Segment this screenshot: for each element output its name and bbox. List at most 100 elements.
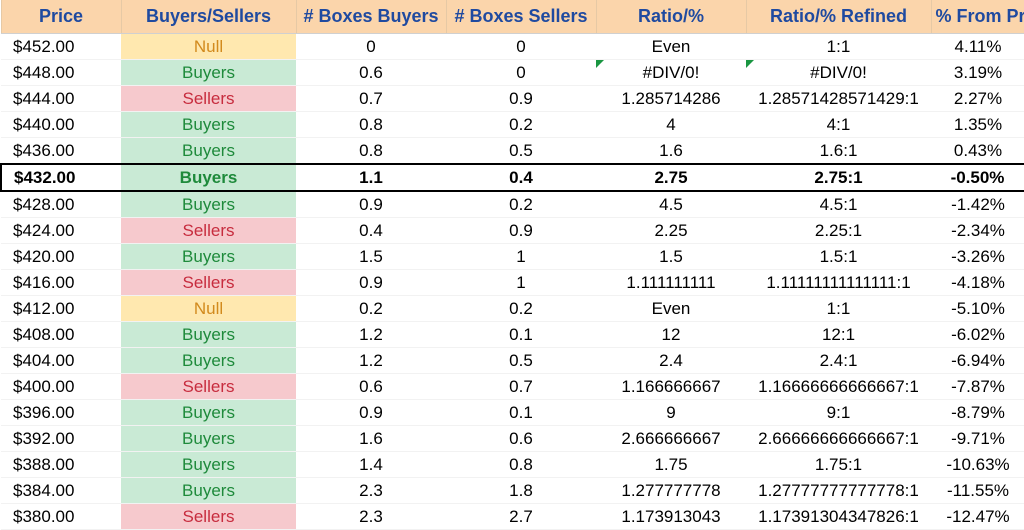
cell-ratio-refined[interactable]: 1.27777777777778:1 — [746, 478, 931, 504]
cell-price[interactable]: $440.00 — [1, 112, 121, 138]
cell-boxes-buyers[interactable]: 0.7 — [296, 86, 446, 112]
cell-pct-from-price[interactable]: -4.18% — [931, 270, 1024, 296]
cell-buyers-sellers[interactable]: Sellers — [121, 374, 296, 400]
cell-ratio[interactable]: Even — [596, 34, 746, 60]
cell-boxes-buyers[interactable]: 0.8 — [296, 138, 446, 165]
cell-price[interactable]: $428.00 — [1, 191, 121, 218]
cell-ratio-refined[interactable]: 2.25:1 — [746, 218, 931, 244]
table-row[interactable]: $420.00Buyers1.511.51.5:1-3.26% — [1, 244, 1024, 270]
cell-ratio-refined[interactable]: 1.6:1 — [746, 138, 931, 165]
cell-pct-from-price[interactable]: -1.42% — [931, 191, 1024, 218]
cell-ratio-refined[interactable]: 1.17391304347826:1 — [746, 504, 931, 530]
table-row[interactable]: $412.00Null0.20.2Even1:1-5.10% — [1, 296, 1024, 322]
cell-ratio[interactable]: 1.5 — [596, 244, 746, 270]
error-flag-icon[interactable] — [746, 60, 754, 68]
col-header-buyers-sellers[interactable]: Buyers/Sellers — [121, 0, 296, 34]
cell-buyers-sellers[interactable]: Buyers — [121, 400, 296, 426]
cell-pct-from-price[interactable]: 4.11% — [931, 34, 1024, 60]
cell-buyers-sellers[interactable]: Buyers — [121, 164, 296, 191]
cell-pct-from-price[interactable]: -3.26% — [931, 244, 1024, 270]
table-row[interactable]: $440.00Buyers0.80.244:11.35% — [1, 112, 1024, 138]
cell-pct-from-price[interactable]: -6.02% — [931, 322, 1024, 348]
cell-ratio[interactable]: 2.25 — [596, 218, 746, 244]
cell-ratio-refined[interactable]: 1:1 — [746, 34, 931, 60]
cell-buyers-sellers[interactable]: Sellers — [121, 270, 296, 296]
table-row[interactable]: $384.00Buyers2.31.81.2777777781.27777777… — [1, 478, 1024, 504]
cell-boxes-buyers[interactable]: 1.4 — [296, 452, 446, 478]
table-row[interactable]: $400.00Sellers0.60.71.1666666671.1666666… — [1, 374, 1024, 400]
cell-ratio[interactable]: 1.285714286 — [596, 86, 746, 112]
cell-ratio-refined[interactable]: 4:1 — [746, 112, 931, 138]
table-row[interactable]: $444.00Sellers0.70.91.2857142861.2857142… — [1, 86, 1024, 112]
table-row[interactable]: $424.00Sellers0.40.92.252.25:1-2.34% — [1, 218, 1024, 244]
table-row[interactable]: $428.00Buyers0.90.24.54.5:1-1.42% — [1, 191, 1024, 218]
cell-boxes-sellers[interactable]: 0.8 — [446, 452, 596, 478]
cell-ratio-refined[interactable]: 2.75:1 — [746, 164, 931, 191]
cell-ratio-refined[interactable]: 1.75:1 — [746, 452, 931, 478]
cell-buyers-sellers[interactable]: Null — [121, 34, 296, 60]
cell-pct-from-price[interactable]: -11.55% — [931, 478, 1024, 504]
table-row[interactable]: $396.00Buyers0.90.199:1-8.79% — [1, 400, 1024, 426]
cell-pct-from-price[interactable]: -10.63% — [931, 452, 1024, 478]
cell-boxes-buyers[interactable]: 0.2 — [296, 296, 446, 322]
cell-pct-from-price[interactable]: 3.19% — [931, 60, 1024, 86]
cell-price[interactable]: $448.00 — [1, 60, 121, 86]
cell-ratio-refined[interactable]: #DIV/0! — [746, 60, 931, 86]
cell-ratio[interactable]: Even — [596, 296, 746, 322]
cell-price[interactable]: $444.00 — [1, 86, 121, 112]
cell-buyers-sellers[interactable]: Buyers — [121, 112, 296, 138]
cell-price[interactable]: $412.00 — [1, 296, 121, 322]
cell-boxes-sellers[interactable]: 0.2 — [446, 296, 596, 322]
cell-price[interactable]: $380.00 — [1, 504, 121, 530]
cell-pct-from-price[interactable]: -0.50% — [931, 164, 1024, 191]
cell-boxes-sellers[interactable]: 0 — [446, 34, 596, 60]
col-header-boxes-buyers[interactable]: # Boxes Buyers — [296, 0, 446, 34]
cell-ratio-refined[interactable]: 2.66666666666667:1 — [746, 426, 931, 452]
cell-price[interactable]: $420.00 — [1, 244, 121, 270]
cell-ratio[interactable]: 1.277777778 — [596, 478, 746, 504]
cell-boxes-sellers[interactable]: 0.2 — [446, 191, 596, 218]
table-row[interactable]: $408.00Buyers1.20.11212:1-6.02% — [1, 322, 1024, 348]
cell-price[interactable]: $416.00 — [1, 270, 121, 296]
cell-ratio[interactable]: 2.75 — [596, 164, 746, 191]
cell-boxes-sellers[interactable]: 0.5 — [446, 348, 596, 374]
table-row[interactable]: $416.00Sellers0.911.1111111111.111111111… — [1, 270, 1024, 296]
cell-ratio-refined[interactable]: 2.4:1 — [746, 348, 931, 374]
cell-boxes-sellers[interactable]: 0.9 — [446, 218, 596, 244]
cell-ratio[interactable]: 1.173913043 — [596, 504, 746, 530]
cell-boxes-buyers[interactable]: 0.9 — [296, 270, 446, 296]
cell-pct-from-price[interactable]: 0.43% — [931, 138, 1024, 165]
col-header-ratio-refined[interactable]: Ratio/% Refined — [746, 0, 931, 34]
col-header-ratio[interactable]: Ratio/% — [596, 0, 746, 34]
cell-pct-from-price[interactable]: 1.35% — [931, 112, 1024, 138]
cell-pct-from-price[interactable]: 2.27% — [931, 86, 1024, 112]
table-row[interactable]: $392.00Buyers1.60.62.6666666672.66666666… — [1, 426, 1024, 452]
cell-ratio[interactable]: 4 — [596, 112, 746, 138]
cell-boxes-sellers[interactable]: 0.2 — [446, 112, 596, 138]
cell-boxes-buyers[interactable]: 0 — [296, 34, 446, 60]
cell-ratio[interactable]: 1.75 — [596, 452, 746, 478]
cell-ratio[interactable]: 1.166666667 — [596, 374, 746, 400]
cell-boxes-sellers[interactable]: 0.9 — [446, 86, 596, 112]
cell-boxes-buyers[interactable]: 0.6 — [296, 374, 446, 400]
cell-ratio-refined[interactable]: 9:1 — [746, 400, 931, 426]
cell-price[interactable]: $392.00 — [1, 426, 121, 452]
cell-boxes-buyers[interactable]: 0.4 — [296, 218, 446, 244]
cell-ratio-refined[interactable]: 1.16666666666667:1 — [746, 374, 931, 400]
cell-boxes-buyers[interactable]: 1.2 — [296, 322, 446, 348]
cell-boxes-buyers[interactable]: 0.9 — [296, 191, 446, 218]
cell-buyers-sellers[interactable]: Sellers — [121, 218, 296, 244]
cell-boxes-sellers[interactable]: 0.7 — [446, 374, 596, 400]
cell-ratio[interactable]: 4.5 — [596, 191, 746, 218]
cell-ratio[interactable]: 1.6 — [596, 138, 746, 165]
cell-ratio-refined[interactable]: 1.11111111111111:1 — [746, 270, 931, 296]
table-row[interactable]: $448.00Buyers0.60#DIV/0!#DIV/0!3.19% — [1, 60, 1024, 86]
cell-boxes-sellers[interactable]: 1 — [446, 270, 596, 296]
cell-boxes-buyers[interactable]: 1.5 — [296, 244, 446, 270]
cell-ratio[interactable]: #DIV/0! — [596, 60, 746, 86]
cell-pct-from-price[interactable]: -6.94% — [931, 348, 1024, 374]
cell-buyers-sellers[interactable]: Buyers — [121, 478, 296, 504]
cell-boxes-sellers[interactable]: 0.5 — [446, 138, 596, 165]
cell-boxes-buyers[interactable]: 2.3 — [296, 504, 446, 530]
cell-price[interactable]: $384.00 — [1, 478, 121, 504]
